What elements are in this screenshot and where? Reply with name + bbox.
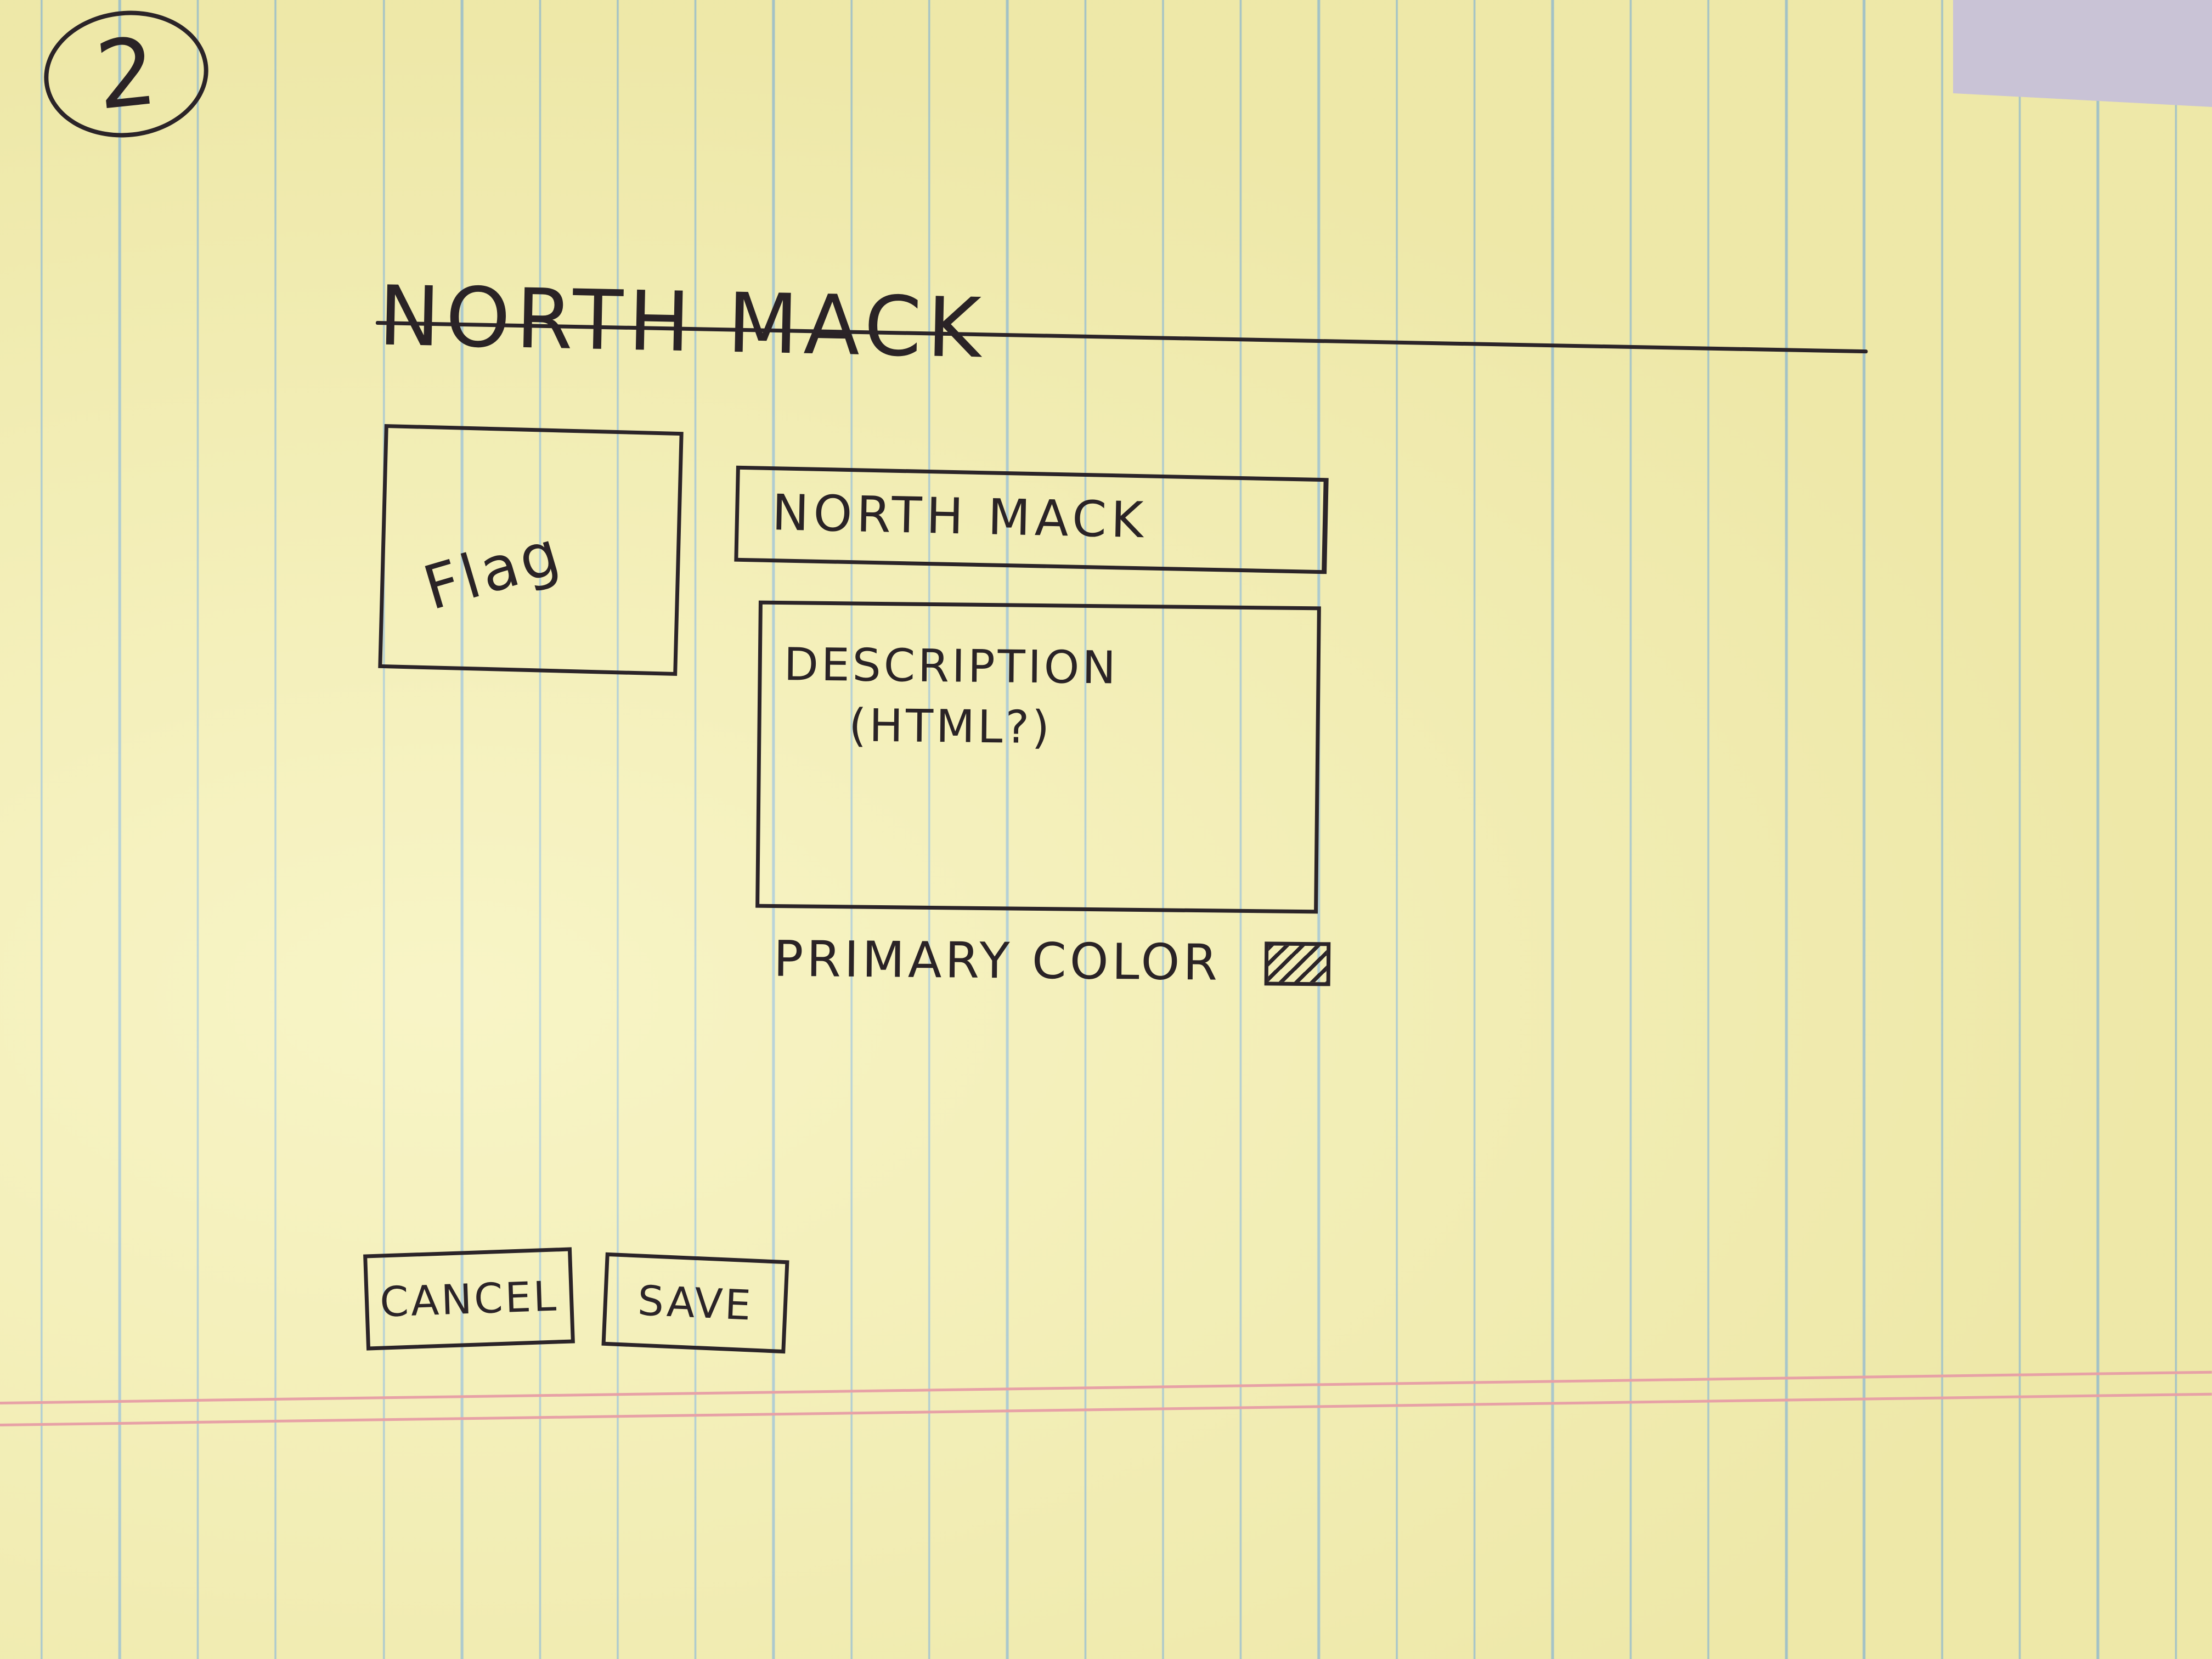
- name-input[interactable]: North Mack: [734, 465, 1329, 574]
- primary-color-row: Primary Color: [774, 930, 1331, 993]
- name-input-value: North Mack: [771, 484, 1149, 550]
- save-button[interactable]: Save: [601, 1252, 789, 1354]
- flag-image-upload[interactable]: Flag: [378, 424, 684, 676]
- primary-color-swatch[interactable]: [1264, 941, 1331, 986]
- primary-color-label: Primary Color: [773, 930, 1221, 992]
- description-textarea[interactable]: Description (HTML?): [755, 600, 1321, 914]
- flag-label: Flag: [416, 516, 571, 624]
- cancel-button[interactable]: Cancel: [363, 1247, 575, 1351]
- description-placeholder: Description (HTML?): [783, 639, 1119, 754]
